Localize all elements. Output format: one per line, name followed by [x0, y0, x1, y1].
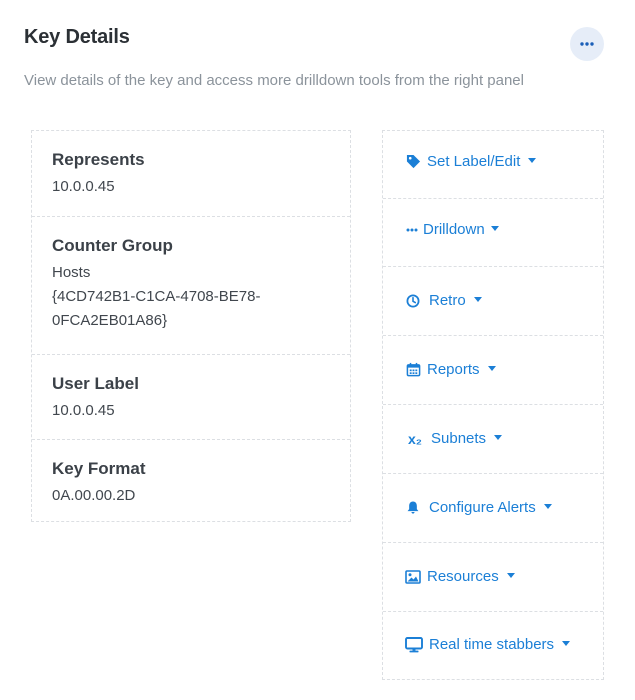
action-label: Set Label/Edit: [427, 153, 521, 170]
action-label: Drilldown: [423, 221, 485, 238]
detail-value: 0A.00.00.2D: [52, 487, 136, 504]
image-icon: [405, 569, 421, 585]
set-label-edit-dropdown[interactable]: Set Label/Edit: [405, 153, 537, 170]
calendar-icon: [405, 362, 421, 378]
configure-alerts-dropdown[interactable]: Configure Alerts: [405, 499, 552, 516]
clock-icon: [405, 293, 421, 309]
caret-down-icon: [487, 366, 496, 371]
action-drilldown: Drilldown: [383, 199, 603, 267]
caret-down-icon: [494, 435, 503, 440]
caret-down-icon: [528, 158, 537, 163]
ellipsis-icon: [405, 222, 419, 238]
caret-down-icon: [506, 573, 515, 578]
caret-down-icon: [473, 297, 482, 302]
retro-dropdown[interactable]: Retro: [405, 292, 482, 309]
action-set-label-edit: Set Label/Edit: [383, 131, 603, 199]
more-options-button[interactable]: [570, 27, 604, 61]
action-resources: Resources: [383, 544, 603, 612]
detail-user-label: User Label 10.0.0.45: [32, 354, 350, 439]
detail-key-format: Key Format 0A.00.00.2D: [32, 439, 350, 521]
action-label: Retro: [429, 292, 466, 309]
bell-icon: [405, 500, 421, 516]
action-label: Resources: [427, 568, 499, 585]
detail-counter-group: Counter Group Hosts {4CD742B1-C1CA-4708-…: [32, 216, 350, 354]
detail-value: 10.0.0.45: [52, 402, 115, 419]
detail-label: Represents: [52, 150, 145, 169]
key-details-card: Represents 10.0.0.45 Counter Group Hosts…: [31, 130, 351, 522]
action-real-time-stabbers: Real time stabbers: [383, 613, 603, 681]
detail-label: Counter Group: [52, 236, 173, 255]
real-time-stabbers-dropdown[interactable]: Real time stabbers: [405, 636, 571, 653]
action-label: Reports: [427, 361, 480, 378]
action-label: Real time stabbers: [429, 636, 555, 653]
ellipsis-icon: [580, 42, 594, 46]
panel-description: View details of the key and access more …: [24, 72, 524, 89]
drilldown-dropdown[interactable]: Drilldown: [405, 221, 499, 238]
subnets-dropdown[interactable]: x₂ Subnets: [405, 430, 503, 447]
action-label: Configure Alerts: [429, 499, 536, 516]
caret-down-icon: [490, 226, 499, 231]
caret-down-icon: [562, 641, 571, 646]
resources-dropdown[interactable]: Resources: [405, 568, 515, 585]
caret-down-icon: [543, 504, 552, 509]
detail-label: Key Format: [52, 459, 146, 478]
action-retro: Retro: [383, 268, 603, 336]
action-configure-alerts: Configure Alerts: [383, 475, 603, 543]
tag-icon: [405, 154, 421, 170]
detail-value: 10.0.0.45: [52, 178, 115, 195]
panel-title: Key Details: [24, 26, 130, 48]
detail-label: User Label: [52, 374, 139, 393]
detail-value: Hosts {4CD742B1-C1CA-4708-BE78- 0FCA2EB0…: [52, 264, 261, 329]
detail-represents: Represents 10.0.0.45: [32, 131, 350, 216]
action-subnets: x₂ Subnets: [383, 406, 603, 474]
action-label: Subnets: [431, 430, 487, 447]
reports-dropdown[interactable]: Reports: [405, 361, 496, 378]
monitor-icon: [405, 636, 423, 653]
subscript-icon: x₂: [407, 430, 422, 447]
key-details-panel: Key Details View details of the key and …: [0, 0, 635, 700]
drilldown-actions-panel: Set Label/Edit Drilldown Retro Reports x…: [382, 130, 604, 680]
action-reports: Reports: [383, 337, 603, 405]
